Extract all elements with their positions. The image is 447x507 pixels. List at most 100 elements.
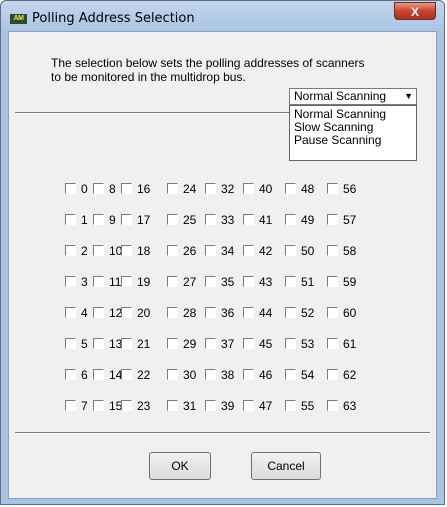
- address-checkbox[interactable]: 0: [65, 182, 88, 196]
- checkbox-square[interactable]: [93, 276, 104, 287]
- checkbox-square[interactable]: [167, 214, 178, 225]
- checkbox-square[interactable]: [285, 183, 296, 194]
- checkbox-square[interactable]: [327, 307, 338, 318]
- address-checkbox[interactable]: 24: [167, 182, 196, 196]
- checkbox-square[interactable]: [285, 400, 296, 411]
- address-checkbox[interactable]: 61: [327, 337, 356, 351]
- address-checkbox[interactable]: 32: [205, 182, 234, 196]
- address-checkbox[interactable]: 5: [65, 337, 88, 351]
- checkbox-square[interactable]: [167, 307, 178, 318]
- address-checkbox[interactable]: 6: [65, 368, 88, 382]
- checkbox-square[interactable]: [205, 307, 216, 318]
- address-checkbox[interactable]: 63: [327, 399, 356, 413]
- address-checkbox[interactable]: 22: [121, 368, 150, 382]
- checkbox-square[interactable]: [65, 214, 76, 225]
- checkbox-square[interactable]: [243, 307, 254, 318]
- address-checkbox[interactable]: 14: [93, 368, 122, 382]
- checkbox-square[interactable]: [327, 183, 338, 194]
- checkbox-square[interactable]: [65, 245, 76, 256]
- address-checkbox[interactable]: 10: [93, 244, 122, 258]
- checkbox-square[interactable]: [93, 183, 104, 194]
- checkbox-square[interactable]: [121, 245, 132, 256]
- address-checkbox[interactable]: 12: [93, 306, 122, 320]
- checkbox-square[interactable]: [243, 276, 254, 287]
- checkbox-square[interactable]: [167, 245, 178, 256]
- address-checkbox[interactable]: 15: [93, 399, 122, 413]
- address-checkbox[interactable]: 58: [327, 244, 356, 258]
- address-checkbox[interactable]: 19: [121, 275, 150, 289]
- address-checkbox[interactable]: 40: [243, 182, 272, 196]
- ok-button[interactable]: OK: [149, 452, 211, 480]
- address-checkbox[interactable]: 57: [327, 213, 356, 227]
- checkbox-square[interactable]: [93, 245, 104, 256]
- address-checkbox[interactable]: 42: [243, 244, 272, 258]
- checkbox-square[interactable]: [93, 369, 104, 380]
- checkbox-square[interactable]: [167, 338, 178, 349]
- checkbox-square[interactable]: [285, 369, 296, 380]
- checkbox-square[interactable]: [167, 400, 178, 411]
- checkbox-square[interactable]: [285, 245, 296, 256]
- checkbox-square[interactable]: [65, 400, 76, 411]
- checkbox-square[interactable]: [285, 307, 296, 318]
- checkbox-square[interactable]: [167, 183, 178, 194]
- checkbox-square[interactable]: [93, 400, 104, 411]
- checkbox-square[interactable]: [121, 338, 132, 349]
- checkbox-square[interactable]: [65, 369, 76, 380]
- checkbox-square[interactable]: [121, 307, 132, 318]
- address-checkbox[interactable]: 8: [93, 182, 116, 196]
- address-checkbox[interactable]: 34: [205, 244, 234, 258]
- checkbox-square[interactable]: [243, 400, 254, 411]
- checkbox-square[interactable]: [167, 276, 178, 287]
- checkbox-square[interactable]: [327, 338, 338, 349]
- checkbox-square[interactable]: [93, 338, 104, 349]
- checkbox-square[interactable]: [65, 338, 76, 349]
- checkbox-square[interactable]: [205, 400, 216, 411]
- address-checkbox[interactable]: 18: [121, 244, 150, 258]
- address-checkbox[interactable]: 21: [121, 337, 150, 351]
- address-checkbox[interactable]: 36: [205, 306, 234, 320]
- address-checkbox[interactable]: 43: [243, 275, 272, 289]
- address-checkbox[interactable]: 45: [243, 337, 272, 351]
- checkbox-square[interactable]: [121, 369, 132, 380]
- checkbox-square[interactable]: [243, 183, 254, 194]
- address-checkbox[interactable]: 46: [243, 368, 272, 382]
- address-checkbox[interactable]: 13: [93, 337, 122, 351]
- address-checkbox[interactable]: 7: [65, 399, 88, 413]
- checkbox-square[interactable]: [205, 338, 216, 349]
- checkbox-square[interactable]: [205, 214, 216, 225]
- checkbox-square[interactable]: [285, 214, 296, 225]
- address-checkbox[interactable]: 25: [167, 213, 196, 227]
- checkbox-square[interactable]: [65, 276, 76, 287]
- address-checkbox[interactable]: 52: [285, 306, 314, 320]
- address-checkbox[interactable]: 30: [167, 368, 196, 382]
- address-checkbox[interactable]: 41: [243, 213, 272, 227]
- checkbox-square[interactable]: [243, 338, 254, 349]
- address-checkbox[interactable]: 20: [121, 306, 150, 320]
- address-checkbox[interactable]: 27: [167, 275, 196, 289]
- address-checkbox[interactable]: 3: [65, 275, 88, 289]
- address-checkbox[interactable]: 49: [285, 213, 314, 227]
- checkbox-square[interactable]: [205, 183, 216, 194]
- cancel-button[interactable]: Cancel: [251, 452, 321, 480]
- checkbox-square[interactable]: [285, 276, 296, 287]
- address-checkbox[interactable]: 2: [65, 244, 88, 258]
- checkbox-square[interactable]: [93, 214, 104, 225]
- address-checkbox[interactable]: 33: [205, 213, 234, 227]
- address-checkbox[interactable]: 1: [65, 213, 88, 227]
- address-checkbox[interactable]: 4: [65, 306, 88, 320]
- address-checkbox[interactable]: 11: [93, 275, 121, 289]
- checkbox-square[interactable]: [327, 276, 338, 287]
- checkbox-square[interactable]: [327, 214, 338, 225]
- checkbox-square[interactable]: [205, 276, 216, 287]
- checkbox-square[interactable]: [327, 400, 338, 411]
- address-checkbox[interactable]: 60: [327, 306, 356, 320]
- address-checkbox[interactable]: 17: [121, 213, 150, 227]
- address-checkbox[interactable]: 50: [285, 244, 314, 258]
- checkbox-square[interactable]: [167, 369, 178, 380]
- checkbox-square[interactable]: [327, 369, 338, 380]
- checkbox-square[interactable]: [285, 338, 296, 349]
- address-checkbox[interactable]: 29: [167, 337, 196, 351]
- scan-mode-select[interactable]: Normal Scanning ▼: [289, 88, 417, 105]
- checkbox-square[interactable]: [65, 183, 76, 194]
- address-checkbox[interactable]: 56: [327, 182, 356, 196]
